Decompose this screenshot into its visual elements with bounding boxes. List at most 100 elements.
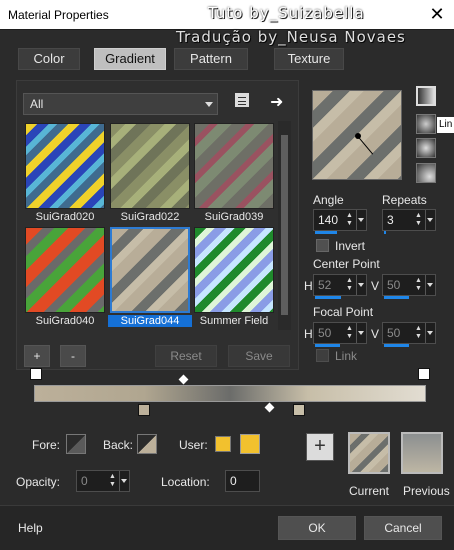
invert-checkbox[interactable] xyxy=(316,239,329,252)
focal-h-slider[interactable] xyxy=(315,344,340,347)
watermark-translator: Tradução by_Neusa Novaes xyxy=(176,28,406,46)
spin-arrows-icon[interactable]: ▲ ▼ xyxy=(346,212,356,228)
center-h-value: 52 xyxy=(318,278,332,292)
back-label: Back: xyxy=(103,438,134,452)
focal-point-label: Focal Point xyxy=(313,305,374,319)
chevron-down-icon[interactable] xyxy=(356,275,365,295)
cancel-button[interactable]: Cancel xyxy=(364,516,442,540)
list-view-icon[interactable] xyxy=(235,93,249,107)
angle-slider[interactable] xyxy=(315,231,337,234)
remove-gradient-button[interactable]: - xyxy=(60,345,86,367)
spin-arrows-icon[interactable]: ▲ ▼ xyxy=(346,325,356,341)
chevron-down-icon[interactable] xyxy=(119,471,128,491)
gradient-editor-bar[interactable] xyxy=(34,385,426,402)
location-value: 0 xyxy=(230,474,237,488)
chevron-down-icon[interactable] xyxy=(356,210,365,230)
center-h-label: H xyxy=(304,279,313,293)
tab-pattern[interactable]: Pattern xyxy=(174,48,248,70)
focal-v-value: 50 xyxy=(387,326,401,340)
spin-arrows-icon[interactable]: ▲ ▼ xyxy=(415,277,425,293)
tab-gradient[interactable]: Gradient xyxy=(94,48,166,70)
gradient-preview[interactable] xyxy=(312,90,402,180)
color-stop-left[interactable] xyxy=(138,404,150,416)
focal-h-value: 50 xyxy=(318,326,332,340)
center-v-input[interactable]: 50 ▲ ▼ xyxy=(382,274,436,299)
spin-arrows-icon[interactable]: ▲ ▼ xyxy=(109,473,119,489)
repeats-input[interactable]: 3 ▲ ▼ xyxy=(382,209,436,234)
center-h-input[interactable]: 52 ▲ ▼ xyxy=(313,274,367,299)
angle-value: 140 xyxy=(318,213,339,227)
sunburst-style-button[interactable] xyxy=(416,138,436,158)
help-link[interactable]: Help xyxy=(18,521,43,535)
chevron-down-icon[interactable] xyxy=(356,323,365,343)
gradient-swatch xyxy=(110,227,190,313)
gradient-item-selected[interactable]: SuiGrad044 xyxy=(108,227,192,327)
focal-v-label: V xyxy=(371,327,380,341)
gradient-item[interactable]: Summer Field xyxy=(194,227,274,327)
color-stop-right[interactable] xyxy=(293,404,305,416)
center-v-label: V xyxy=(371,279,380,293)
ok-button[interactable]: OK xyxy=(278,516,356,540)
linear-style-button[interactable] xyxy=(416,86,436,106)
transparency-stop-right[interactable] xyxy=(418,368,430,380)
spin-arrows-icon[interactable]: ▲ ▼ xyxy=(415,325,425,341)
angle-handle[interactable] xyxy=(358,137,374,155)
focal-h-label: H xyxy=(304,327,313,341)
gradient-name: SuiGrad022 xyxy=(120,211,180,223)
arrow-right-icon[interactable]: ➜ xyxy=(270,92,283,112)
user-color-radio[interactable] xyxy=(215,436,231,452)
gradient-item[interactable]: SuiGrad020 xyxy=(25,123,105,223)
link-label: Link xyxy=(335,349,358,363)
chevron-down-icon[interactable] xyxy=(425,275,434,295)
current-swatch[interactable] xyxy=(348,432,390,474)
chevron-down-icon[interactable] xyxy=(425,323,434,343)
chevron-down-icon[interactable] xyxy=(425,210,434,230)
gradient-item[interactable]: SuiGrad039 xyxy=(194,123,274,223)
focal-v-input[interactable]: 50 ▲ ▼ xyxy=(382,322,436,347)
gradient-item[interactable]: SuiGrad040 xyxy=(25,227,105,327)
gradient-swatch xyxy=(194,227,274,313)
repeats-value: 3 xyxy=(387,213,394,227)
repeats-label: Repeats xyxy=(382,193,427,207)
tab-color[interactable]: Color xyxy=(18,48,80,70)
user-color-swatch[interactable] xyxy=(240,434,260,454)
add-gradient-button[interactable]: + xyxy=(24,345,50,367)
opacity-value: 0 xyxy=(81,474,88,488)
tab-texture[interactable]: Texture xyxy=(274,48,344,70)
back-color-button[interactable] xyxy=(137,434,157,454)
scrollbar-thumb[interactable] xyxy=(281,135,288,315)
save-gradient-button[interactable]: Save xyxy=(228,345,290,367)
add-to-swatches-button[interactable]: + xyxy=(306,433,334,461)
angle-label: Angle xyxy=(313,193,344,207)
user-label: User: xyxy=(179,438,208,452)
reset-button[interactable]: Reset xyxy=(155,345,217,367)
fore-label: Fore: xyxy=(32,438,61,452)
angle-input[interactable]: 140 ▲ ▼ xyxy=(313,209,367,234)
gradient-name: SuiGrad040 xyxy=(35,315,95,327)
spin-arrows-icon[interactable]: ▲ ▼ xyxy=(415,212,425,228)
focal-h-input[interactable]: 50 ▲ ▼ xyxy=(313,322,367,347)
transparency-midpoint[interactable] xyxy=(178,374,189,385)
category-select[interactable]: All xyxy=(23,93,218,115)
opacity-input[interactable]: 0 ▲ ▼ xyxy=(76,470,130,492)
previous-swatch[interactable] xyxy=(401,432,443,474)
rectangular-style-button[interactable] xyxy=(416,114,436,134)
close-button[interactable]: ✕ xyxy=(420,0,454,30)
link-checkbox[interactable] xyxy=(316,349,329,362)
repeats-slider[interactable] xyxy=(384,231,386,234)
fore-color-button[interactable] xyxy=(66,434,86,454)
window-title: Material Properties xyxy=(8,8,109,22)
gradient-list-scrollbar[interactable] xyxy=(278,121,291,330)
watermark-author: Tuto by_Suizabella xyxy=(208,4,365,22)
center-h-slider[interactable] xyxy=(315,296,341,299)
radial-style-button[interactable] xyxy=(416,163,436,183)
gradient-item[interactable]: SuiGrad022 xyxy=(110,123,190,223)
gradient-name: SuiGrad039 xyxy=(204,211,264,223)
color-midpoint[interactable] xyxy=(264,402,275,413)
center-v-slider[interactable] xyxy=(384,296,409,299)
location-label: Location: xyxy=(161,475,210,489)
focal-v-slider[interactable] xyxy=(384,344,409,347)
location-input[interactable]: 0 xyxy=(225,470,260,492)
spin-arrows-icon[interactable]: ▲ ▼ xyxy=(346,277,356,293)
transparency-stop-left[interactable] xyxy=(30,368,42,380)
